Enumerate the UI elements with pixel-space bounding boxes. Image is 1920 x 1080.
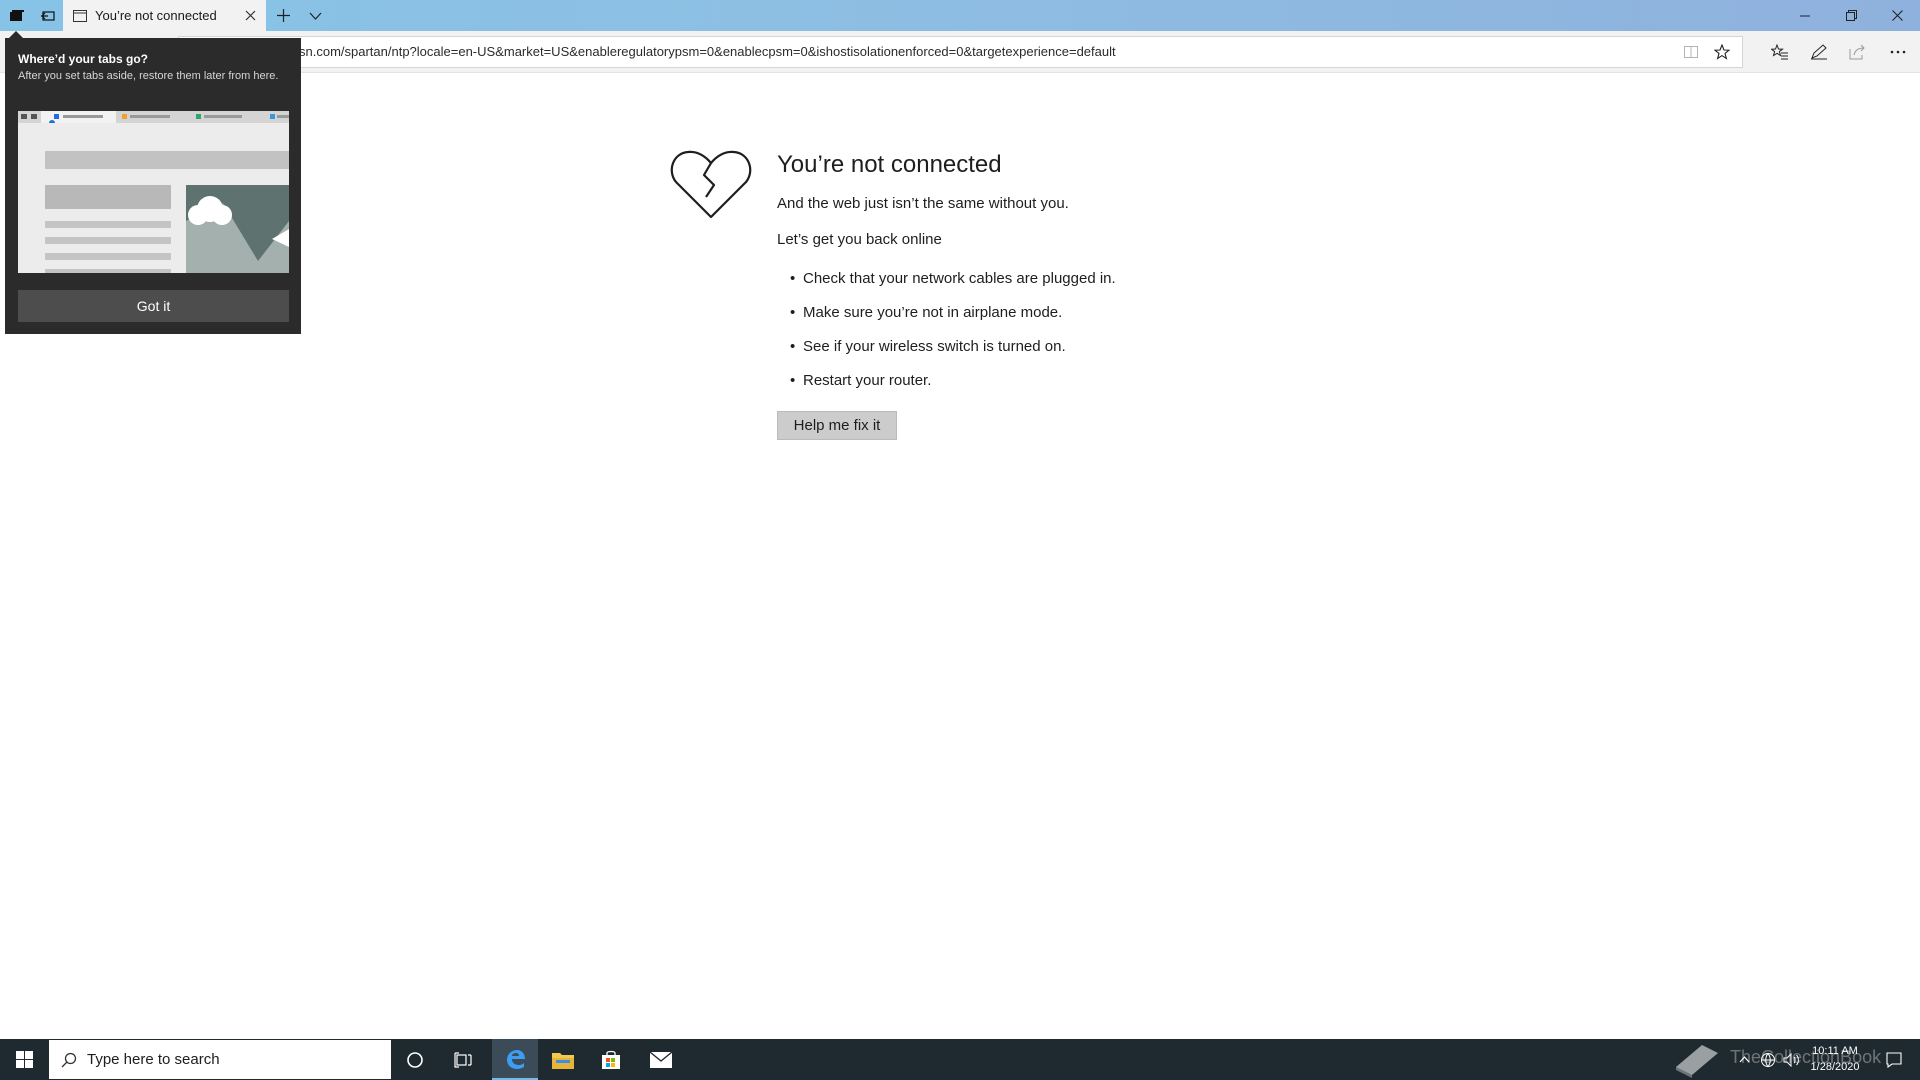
popup-title: Where’d your tabs go? — [18, 52, 149, 66]
file-explorer-button[interactable] — [544, 1039, 582, 1080]
page-subtitle: And the web just isn’t the same without … — [777, 195, 1069, 212]
tips-list: • Check that your network cables are plug… — [777, 269, 1116, 405]
tip-text: See if your wireless switch is turned on… — [803, 338, 1066, 355]
more-button[interactable] — [1880, 31, 1916, 73]
close-tab-button[interactable] — [240, 0, 260, 31]
restore-icon — [1845, 10, 1857, 21]
store-button[interactable] — [592, 1039, 630, 1080]
cortana-button[interactable] — [396, 1039, 434, 1080]
taskbar: Type here to search TheCollectionBook 10… — [0, 1039, 1920, 1080]
taskbar-search-box[interactable]: Type here to search — [49, 1040, 391, 1079]
popup-body: After you set tabs aside, restore them l… — [18, 70, 279, 82]
restore-tabs-button[interactable] — [33, 0, 63, 31]
favorites-hub-icon — [1771, 44, 1789, 60]
network-button[interactable] — [1756, 1039, 1780, 1080]
store-icon — [601, 1050, 621, 1070]
show-hidden-icons-button[interactable] — [1733, 1039, 1755, 1080]
tabs-aside-icon — [9, 9, 25, 23]
tabs-illustration — [18, 111, 289, 273]
task-view-button[interactable] — [444, 1039, 482, 1080]
tabs-aside-button[interactable] — [2, 0, 32, 31]
network-icon — [1760, 1052, 1776, 1068]
tab-active[interactable]: You’re not connected — [63, 0, 266, 31]
mail-icon — [650, 1051, 672, 1068]
new-tab-icon — [276, 9, 290, 22]
cortana-icon — [406, 1051, 424, 1069]
share-button[interactable] — [1840, 31, 1876, 73]
page-title: You’re not connected — [777, 151, 1002, 178]
title-bar: You’re not connected — [0, 0, 1920, 31]
edge-icon — [504, 1048, 526, 1070]
more-icon — [1890, 50, 1906, 54]
pen-icon — [1810, 44, 1828, 60]
close-icon — [245, 10, 256, 21]
close-icon — [1891, 10, 1903, 21]
action-center-button[interactable] — [1874, 1039, 1914, 1080]
favorite-star-icon[interactable] — [1714, 44, 1730, 60]
tip-text: Make sure you’re not in airplane mode. — [803, 304, 1063, 321]
task-view-icon — [454, 1051, 472, 1068]
close-window-button[interactable] — [1874, 0, 1920, 31]
tip-text: Restart your router. — [803, 372, 932, 389]
minimize-icon — [1800, 15, 1810, 17]
clock-date: 1/28/2020 — [1810, 1061, 1860, 1073]
start-button[interactable] — [0, 1039, 48, 1080]
list-item: • See if your wireless switch is turned o… — [790, 338, 1066, 355]
search-icon — [61, 1052, 77, 1068]
page-icon — [73, 9, 87, 22]
section-heading: Let’s get you back online — [777, 231, 942, 248]
broken-heart-icon — [670, 149, 752, 219]
mail-button[interactable] — [642, 1039, 680, 1080]
tabs-aside-tooltip: Where’d your tabs go? After you set tabs… — [5, 38, 301, 334]
restore-tabs-icon — [40, 9, 56, 23]
share-icon — [1849, 44, 1867, 60]
reading-view-icon[interactable] — [1684, 45, 1698, 59]
chevron-down-icon — [309, 12, 322, 20]
file-explorer-icon — [552, 1051, 574, 1069]
book-logo-icon — [1672, 1041, 1722, 1079]
tip-text: Check that your network cables are plugg… — [803, 270, 1116, 287]
help-me-fix-it-button[interactable]: Help me fix it — [777, 411, 897, 440]
address-text[interactable]: sn.com/spartan/ntp?locale=en-US&market=U… — [299, 37, 1116, 67]
search-placeholder: Type here to search — [87, 1051, 220, 1068]
notes-button[interactable] — [1801, 31, 1837, 73]
notification-icon — [1886, 1051, 1902, 1068]
clock-time: 10:11 AM — [1812, 1045, 1858, 1057]
new-tab-button[interactable] — [270, 0, 296, 31]
tab-preview-button[interactable] — [302, 0, 328, 31]
got-it-button[interactable]: Got it — [18, 290, 289, 322]
restore-button[interactable] — [1828, 0, 1874, 31]
system-clock[interactable]: 10:11 AM 1/28/2020 — [1790, 1043, 1880, 1075]
tab-title: You’re not connected — [95, 8, 217, 23]
list-item: • Make sure you’re not in airplane mode. — [790, 304, 1063, 321]
minimize-button[interactable] — [1782, 0, 1828, 31]
list-item: • Restart your router. — [790, 372, 932, 389]
edge-taskbar-button[interactable] — [492, 1039, 538, 1080]
windows-start-icon — [15, 1051, 33, 1068]
address-bar[interactable]: sn.com/spartan/ntp?locale=en-US&market=U… — [178, 36, 1743, 68]
favorites-hub-button[interactable] — [1762, 31, 1798, 73]
chevron-up-icon — [1739, 1056, 1750, 1063]
list-item: • Check that your network cables are plug… — [790, 270, 1116, 287]
